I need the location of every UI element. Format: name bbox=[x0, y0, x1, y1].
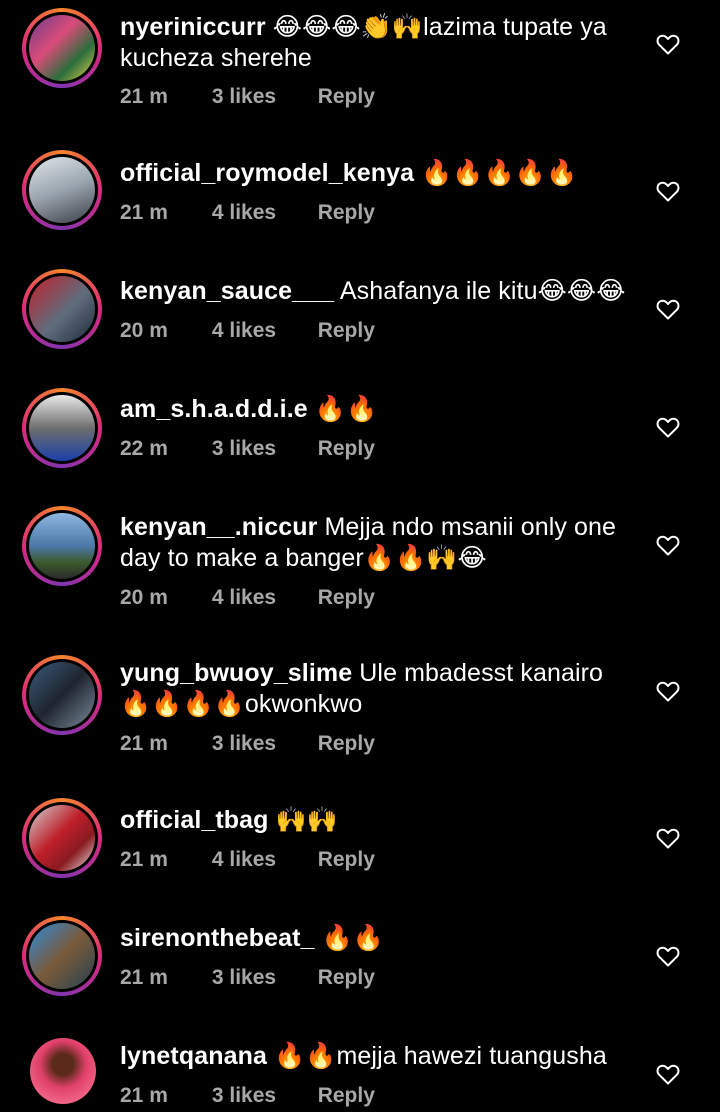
comment-username[interactable]: yung_bwuoy_slime bbox=[120, 659, 352, 687]
heart-icon[interactable] bbox=[656, 827, 680, 849]
comment-text-block: lynetqanana 🔥🔥mejja hawezi tuangusha bbox=[120, 1041, 640, 1072]
comment-username[interactable]: official_tbag bbox=[120, 806, 269, 834]
comment-time: 20 m bbox=[120, 319, 168, 342]
heart-icon[interactable] bbox=[656, 33, 680, 55]
avatar[interactable] bbox=[22, 1030, 102, 1110]
comment-text-block: official_roymodel_kenya 🔥🔥🔥🔥🔥 bbox=[120, 158, 640, 189]
comment-username[interactable]: lynetqanana bbox=[120, 1042, 267, 1070]
avatar[interactable] bbox=[22, 388, 102, 468]
heart-icon[interactable] bbox=[656, 1063, 680, 1085]
comment-username[interactable]: official_roymodel_kenya bbox=[120, 159, 414, 187]
comment-likes[interactable]: 3 likes bbox=[212, 732, 312, 756]
comment-username[interactable]: sirenonthebeat_ bbox=[120, 924, 315, 952]
comment-meta: 21 m 3 likes Reply bbox=[120, 966, 375, 990]
reply-button[interactable]: Reply bbox=[318, 732, 375, 756]
comment-body: 🔥🔥 bbox=[314, 395, 378, 423]
comment-text-block: kenyan__.niccur Mejja ndo msanii only on… bbox=[120, 512, 640, 574]
comment-list: nyeriniccurr 😂😂😂👏🙌lazima tupate ya kuche… bbox=[0, 0, 720, 1112]
comment-time: 21 m bbox=[120, 1084, 168, 1107]
comment-text-block: am_s.h.a.d.d.i.e 🔥🔥 bbox=[120, 394, 640, 425]
avatar[interactable] bbox=[22, 506, 102, 586]
comment-likes[interactable]: 3 likes bbox=[212, 85, 312, 109]
comment-body: 🔥🔥 bbox=[321, 924, 385, 952]
comment-time: 20 m bbox=[120, 586, 168, 609]
heart-icon[interactable] bbox=[656, 416, 680, 438]
comment-text-block: official_tbag 🙌🙌 bbox=[120, 805, 640, 836]
comment-likes[interactable]: 4 likes bbox=[212, 319, 312, 343]
comment-likes[interactable]: 4 likes bbox=[212, 848, 312, 872]
comment-meta: 21 m 3 likes Reply bbox=[120, 732, 375, 756]
comment-username[interactable]: kenyan_sauce___ bbox=[120, 277, 334, 305]
comment-text-block: yung_bwuoy_slime Ule mbadesst kanairo 🔥🔥… bbox=[120, 658, 640, 720]
comment-username[interactable]: kenyan__.niccur bbox=[120, 513, 317, 541]
comment-time: 21 m bbox=[120, 85, 168, 108]
reply-button[interactable]: Reply bbox=[318, 966, 375, 990]
comment-likes[interactable]: 3 likes bbox=[212, 437, 312, 461]
comment-meta: 21 m 3 likes Reply bbox=[120, 85, 375, 109]
comment-body: 🙌🙌 bbox=[275, 806, 339, 834]
reply-button[interactable]: Reply bbox=[318, 85, 375, 109]
comment-meta: 20 m 4 likes Reply bbox=[120, 319, 375, 343]
comment-likes[interactable]: 4 likes bbox=[212, 201, 312, 225]
comment-time: 21 m bbox=[120, 966, 168, 989]
comment-text-block: nyeriniccurr 😂😂😂👏🙌lazima tupate ya kuche… bbox=[120, 12, 640, 74]
comment-time: 22 m bbox=[120, 437, 168, 460]
comment-body: Ashafanya ile kitu😂😂😂 bbox=[339, 277, 626, 305]
avatar[interactable] bbox=[22, 8, 102, 88]
comment-body: 🔥🔥🔥🔥🔥 bbox=[421, 159, 578, 187]
comment-meta: 21 m 4 likes Reply bbox=[120, 848, 375, 872]
comment-username[interactable]: nyeriniccurr bbox=[120, 13, 266, 41]
comment-time: 21 m bbox=[120, 201, 168, 224]
heart-icon[interactable] bbox=[656, 180, 680, 202]
comment-text-block: kenyan_sauce___ Ashafanya ile kitu😂😂😂 bbox=[120, 276, 640, 307]
comment-time: 21 m bbox=[120, 732, 168, 755]
heart-icon[interactable] bbox=[656, 298, 680, 320]
avatar[interactable] bbox=[22, 655, 102, 735]
comment-time: 21 m bbox=[120, 848, 168, 871]
comment-likes[interactable]: 4 likes bbox=[212, 586, 312, 610]
comment-meta: 21 m 3 likes Reply bbox=[120, 1084, 375, 1108]
reply-button[interactable]: Reply bbox=[318, 201, 375, 225]
reply-button[interactable]: Reply bbox=[318, 437, 375, 461]
avatar[interactable] bbox=[22, 916, 102, 996]
comment-body: 🔥🔥mejja hawezi tuangusha bbox=[274, 1042, 607, 1070]
heart-icon[interactable] bbox=[656, 945, 680, 967]
heart-icon[interactable] bbox=[656, 680, 680, 702]
comment-likes[interactable]: 3 likes bbox=[212, 1084, 312, 1108]
comment-meta: 22 m 3 likes Reply bbox=[120, 437, 375, 461]
comment-text-block: sirenonthebeat_ 🔥🔥 bbox=[120, 923, 640, 954]
comment-username[interactable]: am_s.h.a.d.d.i.e bbox=[120, 395, 308, 423]
comment-meta: 20 m 4 likes Reply bbox=[120, 586, 375, 610]
reply-button[interactable]: Reply bbox=[318, 1084, 375, 1108]
avatar[interactable] bbox=[22, 269, 102, 349]
avatar[interactable] bbox=[22, 150, 102, 230]
comment-likes[interactable]: 3 likes bbox=[212, 966, 312, 990]
reply-button[interactable]: Reply bbox=[318, 586, 375, 610]
avatar[interactable] bbox=[22, 798, 102, 878]
heart-icon[interactable] bbox=[656, 534, 680, 556]
reply-button[interactable]: Reply bbox=[318, 319, 375, 343]
comment-meta: 21 m 4 likes Reply bbox=[120, 201, 375, 225]
reply-button[interactable]: Reply bbox=[318, 848, 375, 872]
